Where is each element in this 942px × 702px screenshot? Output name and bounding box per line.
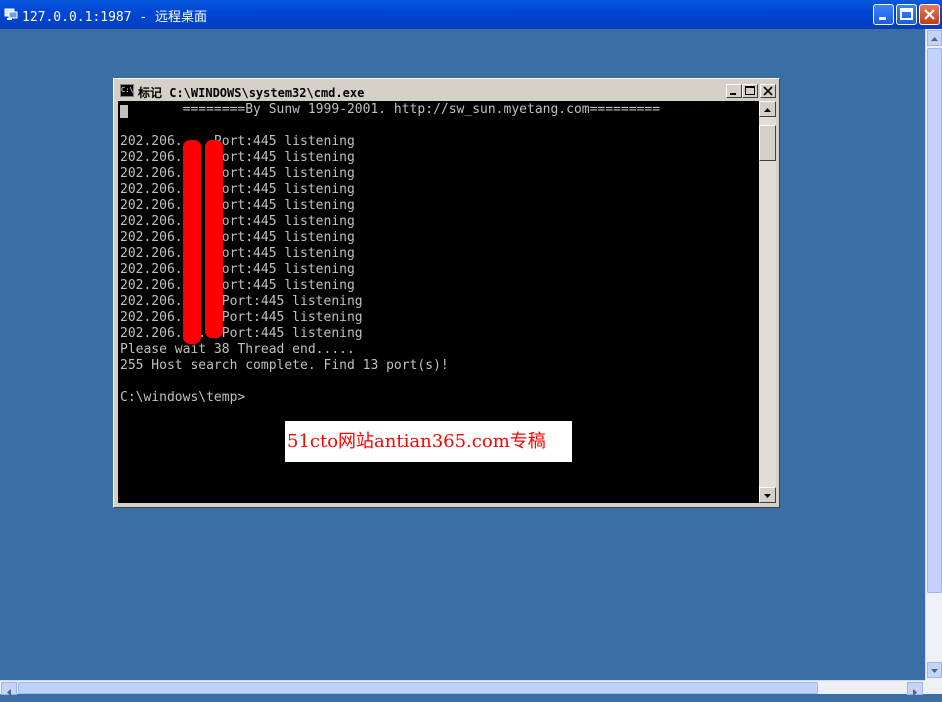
scroll-thumb[interactable] bbox=[18, 682, 818, 694]
cmd-minimize-button[interactable] bbox=[726, 84, 742, 98]
scroll-thumb[interactable] bbox=[927, 48, 942, 593]
scroll-right-button[interactable] bbox=[907, 682, 923, 696]
console-line: 202.206. Port:445 listening bbox=[120, 166, 355, 181]
watermark-text: 51cto网站antian365.com专稿 bbox=[287, 431, 546, 452]
redaction-mark bbox=[183, 140, 201, 344]
minimize-button[interactable] bbox=[873, 4, 894, 25]
cmd-icon: C:\ bbox=[120, 84, 134, 97]
console-line: ========By Sunw 1999-2001. http://sw_sun… bbox=[120, 102, 661, 117]
console-line: 202.206. Port:445 listening bbox=[120, 230, 355, 245]
scroll-up-button[interactable] bbox=[759, 101, 776, 117]
arrow-down-icon bbox=[931, 669, 938, 673]
arrow-right-icon bbox=[913, 689, 917, 696]
scroll-thumb[interactable] bbox=[759, 125, 776, 161]
vertical-scrollbar[interactable] bbox=[925, 29, 942, 680]
console-line: 202.206. Port:445 listening bbox=[120, 198, 355, 213]
arrow-down-icon bbox=[764, 494, 771, 498]
arrow-up-icon bbox=[764, 108, 771, 112]
horizontal-scrollbar[interactable] bbox=[0, 680, 925, 696]
cmd-window-title: 标记 C:\WINDOWS\system32\cmd.exe bbox=[138, 86, 365, 100]
maximize-icon bbox=[900, 8, 913, 20]
minimize-icon bbox=[730, 93, 736, 95]
cmd-titlebar[interactable]: C:\ 标记 C:\WINDOWS\system32\cmd.exe bbox=[117, 82, 776, 100]
console-line: 202.206. Port:445 listening bbox=[120, 278, 355, 293]
scroll-down-button[interactable] bbox=[759, 487, 776, 503]
console-line: 202.206. Port:445 listening bbox=[120, 262, 355, 277]
remote-desktop-titlebar[interactable]: 127.0.0.1:1987 - 远程桌面 bbox=[0, 0, 942, 29]
minimize-icon bbox=[879, 17, 886, 20]
scroll-up-button[interactable] bbox=[927, 30, 942, 46]
scroll-left-button[interactable] bbox=[1, 682, 17, 696]
console-line: 202.206. Port:445 listening bbox=[120, 214, 355, 229]
console-line: 202.206. Port:445 listening bbox=[120, 246, 355, 261]
maximize-icon bbox=[745, 86, 755, 95]
remote-desktop-icon bbox=[4, 8, 18, 20]
scrollbar-corner bbox=[925, 680, 942, 694]
console-line: 202.206. Port:445 listening bbox=[120, 150, 355, 165]
close-icon bbox=[924, 9, 935, 20]
console-lines: ========By Sunw 1999-2001. http://sw_sun… bbox=[120, 102, 660, 406]
watermark-label: 51cto网站antian365.com专稿 bbox=[285, 421, 572, 462]
close-button[interactable] bbox=[919, 4, 940, 25]
close-icon bbox=[763, 86, 773, 96]
cmd-maximize-button[interactable] bbox=[742, 84, 758, 98]
console-line: 202.206. Port:445 listening bbox=[120, 134, 355, 149]
cmd-close-button[interactable] bbox=[760, 84, 776, 98]
maximize-button[interactable] bbox=[896, 4, 917, 25]
console-line: 202.206. .4 Port:445 listening bbox=[120, 326, 363, 341]
arrow-left-icon bbox=[7, 689, 11, 696]
console-line: 255 Host search complete. Find 13 port(s… bbox=[120, 358, 449, 373]
arrow-up-icon bbox=[931, 37, 938, 41]
window-title: 127.0.0.1:1987 - 远程桌面 bbox=[22, 10, 208, 25]
cmd-scrollbar[interactable] bbox=[759, 101, 776, 503]
scroll-down-button[interactable] bbox=[927, 662, 942, 678]
console-line: 202.206. Port:445 listening bbox=[120, 182, 355, 197]
console-line: 202.206. 0 Port:445 listening bbox=[120, 294, 363, 309]
redaction-mark bbox=[205, 140, 223, 338]
console-line: C:\windows\temp> bbox=[120, 390, 246, 405]
console-line: Please wait 38 Thread end..... bbox=[120, 342, 355, 357]
console-line: 202.206. 2 Port:445 listening bbox=[120, 310, 363, 325]
